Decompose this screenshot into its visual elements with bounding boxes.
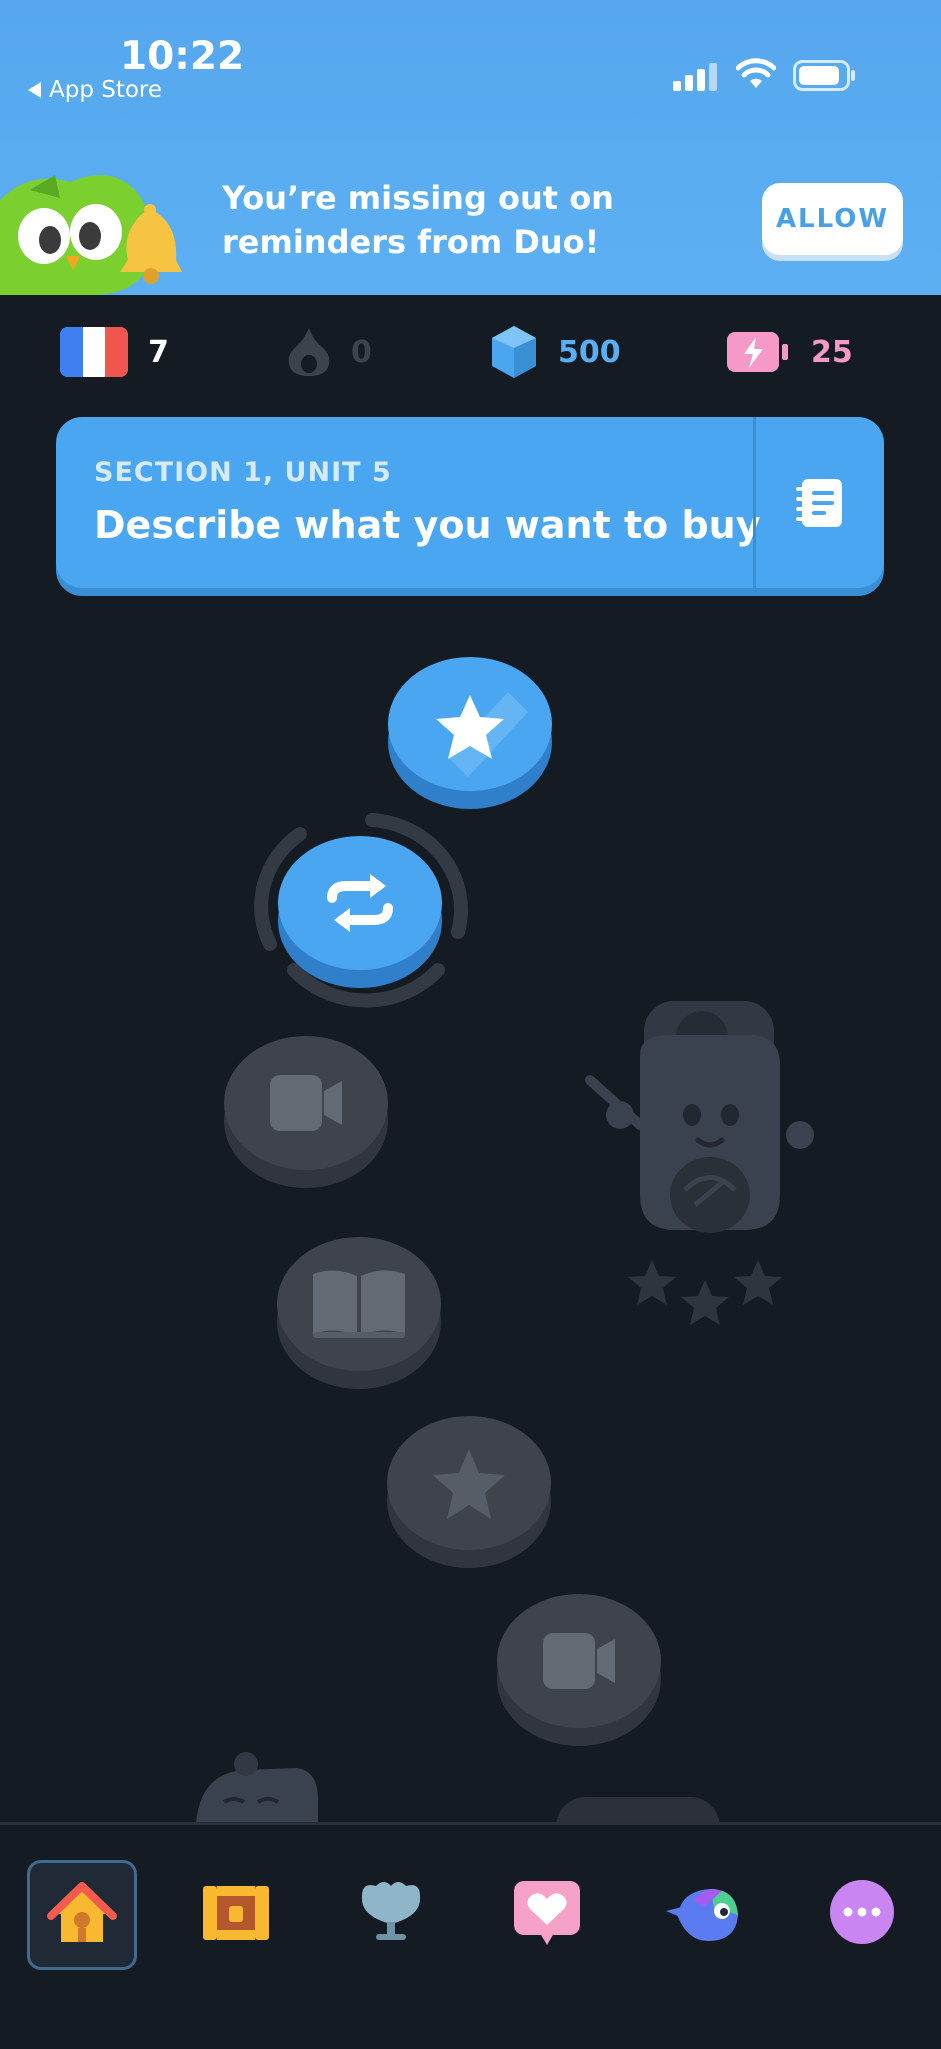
path-node-locked-video[interactable] <box>224 1036 388 1188</box>
video-icon <box>543 1633 615 1689</box>
nav-leaderboards[interactable] <box>339 1860 443 1964</box>
status-time: 10:22 <box>120 34 245 79</box>
streak-count: 0 <box>351 334 372 370</box>
gem-icon <box>492 326 536 378</box>
back-link-label: App Store <box>49 77 163 103</box>
energy-count: 25 <box>811 334 853 370</box>
allow-notifications-button[interactable]: ALLOW <box>762 183 903 255</box>
node-top <box>388 657 552 791</box>
nav-home[interactable] <box>27 1860 137 1970</box>
repeat-icon <box>327 874 393 932</box>
treasure-chest-icon <box>203 1886 269 1940</box>
star-icon <box>436 692 528 777</box>
node-top <box>224 1036 388 1170</box>
nav-video-call[interactable] <box>652 1860 756 1964</box>
unit-header-card[interactable]: SECTION 1, UNIT 5 Describe what you want… <box>56 417 884 588</box>
streak-counter[interactable]: 0 <box>287 322 372 382</box>
path-node-locked-story[interactable] <box>277 1237 441 1389</box>
nav-more[interactable] <box>810 1860 914 1964</box>
node-top <box>277 1237 441 1371</box>
more-icon <box>830 1880 894 1944</box>
back-to-app-store-link[interactable]: App Store <box>28 77 162 103</box>
trophy-icon <box>361 1882 421 1940</box>
path-node-locked-star[interactable] <box>387 1416 551 1568</box>
nav-quests[interactable] <box>184 1860 288 1964</box>
heart-icon <box>514 1881 580 1945</box>
flame-icon <box>288 328 330 376</box>
nav-hearts[interactable] <box>495 1860 599 1964</box>
video-icon <box>270 1075 342 1131</box>
path-node-locked-video-2[interactable] <box>497 1594 661 1746</box>
energy-battery-icon <box>727 332 788 372</box>
energy-counter[interactable]: 25 <box>727 322 853 382</box>
cellular-signal-icon <box>673 63 717 91</box>
path-node-completed-star[interactable] <box>388 657 552 809</box>
bottom-navigation <box>0 1822 941 2049</box>
node-top <box>497 1594 661 1728</box>
guidebook-icon <box>796 478 842 527</box>
back-arrow-icon <box>28 82 41 98</box>
chef-character-icon <box>585 1001 814 1325</box>
sleeping-character-icon <box>196 1752 318 1824</box>
france-flag-icon <box>60 327 128 377</box>
wifi-icon <box>736 58 776 88</box>
star-icon <box>433 1449 505 1519</box>
gems-count: 500 <box>558 334 621 370</box>
bird-icon <box>666 1889 738 1941</box>
unit-title: Describe what you want to buy <box>94 503 761 547</box>
book-icon <box>313 1270 405 1338</box>
battery-icon <box>793 60 855 91</box>
home-icon <box>47 1882 117 1942</box>
path-node-current-practice[interactable] <box>278 836 442 988</box>
course-selector[interactable]: 7 <box>60 322 169 382</box>
reminder-line-2: reminders from Duo! <box>222 223 600 261</box>
gems-counter[interactable]: 500 <box>490 322 621 382</box>
unit-section-label: SECTION 1, UNIT 5 <box>94 457 392 488</box>
course-count: 7 <box>148 334 169 370</box>
reminder-message: You’re missing out on reminders from Duo… <box>222 176 682 264</box>
guidebook-button[interactable] <box>756 417 884 588</box>
node-top <box>278 836 442 970</box>
node-top <box>387 1416 551 1550</box>
reminder-line-1: You’re missing out on <box>222 179 614 217</box>
duo-owl-bell-icon <box>0 175 182 295</box>
